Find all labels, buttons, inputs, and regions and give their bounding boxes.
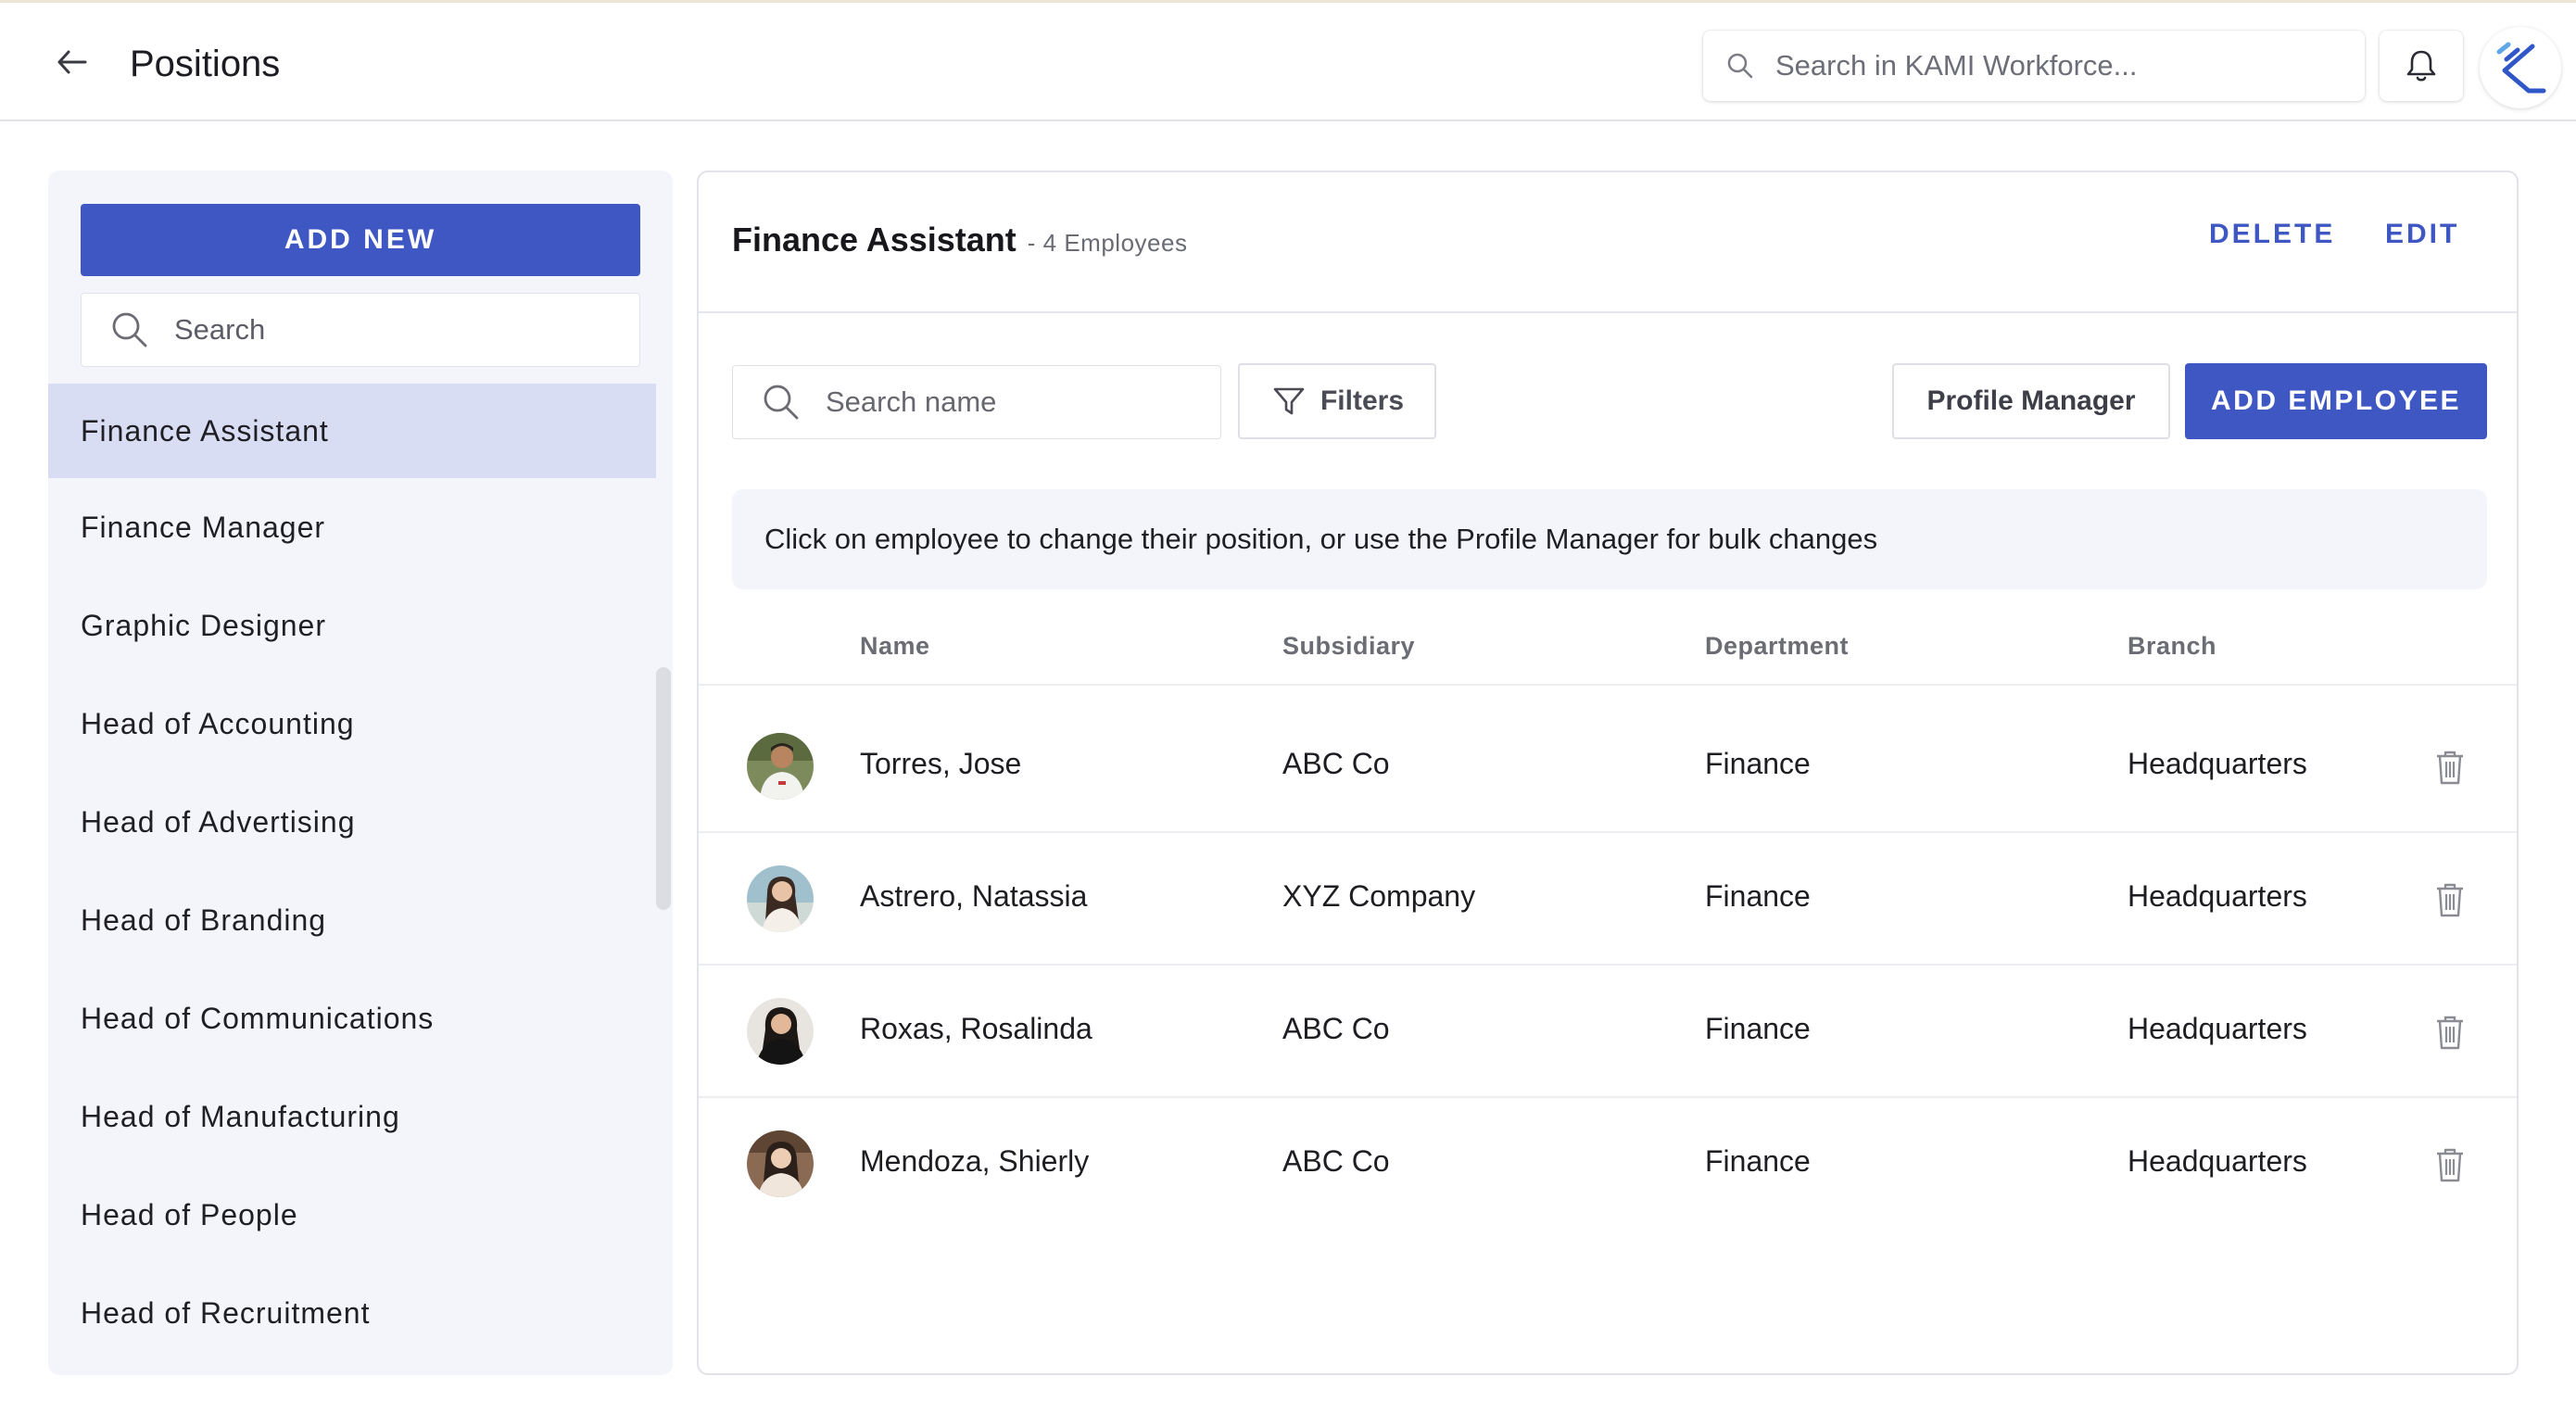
avatar: [747, 1130, 814, 1197]
employee-department: Finance: [1705, 1012, 1811, 1045]
employee-subsidiary: ABC Co: [1282, 1012, 1390, 1045]
position-title: Finance Assistant: [732, 221, 1017, 259]
position-item-head-of-communications[interactable]: Head of Communications: [48, 969, 656, 1067]
global-search[interactable]: [1703, 31, 2365, 101]
table-header: Name Subsidiary Department Branch: [699, 612, 2517, 686]
add-employee-button[interactable]: ADD EMPLOYEE: [2185, 363, 2487, 439]
employee-branch: Headquarters: [2128, 1144, 2307, 1178]
search-icon: [761, 382, 802, 423]
column-header-name[interactable]: Name: [860, 632, 930, 661]
remove-employee-button[interactable]: [2430, 1143, 2470, 1187]
remove-employee-button[interactable]: [2430, 1010, 2470, 1054]
page-title: Positions: [130, 44, 281, 84]
position-item-head-of-people[interactable]: Head of People: [48, 1166, 656, 1264]
global-search-input[interactable]: [1774, 48, 2330, 83]
edit-position-button[interactable]: EDIT: [2385, 219, 2459, 250]
info-banner: Click on employee to change their positi…: [732, 489, 2487, 589]
employee-search-input[interactable]: [824, 385, 1194, 420]
avatar: [747, 998, 814, 1065]
position-item-head-of-branding[interactable]: Head of Branding: [48, 871, 656, 969]
employee-name: Mendoza, Shierly: [860, 1144, 1090, 1178]
search-icon: [1724, 49, 1757, 82]
add-new-button[interactable]: ADD NEW: [81, 204, 640, 276]
notifications-button[interactable]: [2380, 31, 2463, 101]
back-button[interactable]: [48, 38, 96, 86]
employee-search[interactable]: [732, 365, 1221, 439]
employee-department: Finance: [1705, 747, 1811, 780]
employee-count: - 4 Employees: [1027, 229, 1188, 257]
position-item-finance-manager[interactable]: Finance Manager: [48, 478, 656, 576]
search-icon: [109, 309, 150, 350]
position-item-finance-assistant[interactable]: Finance Assistant: [48, 384, 656, 478]
app-logo[interactable]: [2480, 27, 2561, 108]
employee-branch: Headquarters: [2128, 879, 2307, 913]
table-row[interactable]: Astrero, Natassia XYZ Company Finance He…: [699, 833, 2517, 966]
trash-icon: [2437, 751, 2463, 785]
top-bar: Positions: [0, 0, 2576, 121]
column-header-branch[interactable]: Branch: [2128, 632, 2216, 661]
employee-subsidiary: ABC Co: [1282, 747, 1390, 780]
employee-name: Roxas, Rosalinda: [860, 1012, 1092, 1045]
trash-icon: [2437, 1148, 2463, 1182]
remove-employee-button[interactable]: [2430, 745, 2470, 789]
position-item-head-of-advertising[interactable]: Head of Advertising: [48, 773, 656, 871]
column-header-department[interactable]: Department: [1705, 632, 1849, 661]
position-detail-panel: Finance Assistant - 4 Employees DELETE E…: [697, 170, 2519, 1375]
delete-position-button[interactable]: DELETE: [2209, 219, 2335, 250]
employee-subsidiary: ABC Co: [1282, 1144, 1390, 1178]
table-row[interactable]: Roxas, Rosalinda ABC Co Finance Headquar…: [699, 966, 2517, 1098]
position-list: Finance Assistant Finance Manager Graphi…: [48, 384, 656, 1362]
position-item-head-of-manufacturing[interactable]: Head of Manufacturing: [48, 1067, 656, 1166]
table-row[interactable]: Torres, Jose ABC Co Finance Headquarters: [699, 701, 2517, 833]
column-header-subsidiary[interactable]: Subsidiary: [1282, 632, 1415, 661]
employee-branch: Headquarters: [2128, 1012, 2307, 1045]
position-item-head-of-recruitment[interactable]: Head of Recruitment: [48, 1264, 656, 1362]
employee-name: Astrero, Natassia: [860, 879, 1088, 913]
position-title-group: Finance Assistant - 4 Employees: [732, 221, 1187, 259]
profile-manager-button[interactable]: Profile Manager: [1892, 363, 2170, 439]
sidebar-scrollbar[interactable]: [656, 667, 671, 910]
avatar: [747, 733, 814, 800]
remove-employee-button[interactable]: [2430, 877, 2470, 922]
sidebar-search-input[interactable]: [172, 312, 617, 347]
position-item-graphic-designer[interactable]: Graphic Designer: [48, 576, 656, 675]
filter-icon: [1270, 383, 1307, 420]
filters-button[interactable]: Filters: [1238, 363, 1436, 439]
table-row[interactable]: Mendoza, Shierly ABC Co Finance Headquar…: [699, 1098, 2517, 1231]
trash-icon: [2437, 883, 2463, 917]
employee-name: Torres, Jose: [860, 747, 1022, 780]
employee-department: Finance: [1705, 879, 1811, 913]
filters-label: Filters: [1320, 385, 1405, 416]
kami-logo-icon: [2496, 42, 2546, 94]
avatar: [747, 865, 814, 932]
employee-subsidiary: XYZ Company: [1282, 879, 1476, 913]
position-item-head-of-accounting[interactable]: Head of Accounting: [48, 675, 656, 773]
employee-table-body: Torres, Jose ABC Co Finance Headquarters: [699, 701, 2517, 1231]
positions-sidebar: ADD NEW Finance Assistant Finance Manage…: [48, 170, 673, 1375]
position-header: Finance Assistant - 4 Employees DELETE E…: [699, 172, 2517, 313]
trash-icon: [2437, 1016, 2463, 1050]
employee-branch: Headquarters: [2128, 747, 2307, 780]
bell-icon: [2406, 50, 2436, 82]
employee-department: Finance: [1705, 1144, 1811, 1178]
arrow-left-icon: [57, 50, 87, 74]
sidebar-search[interactable]: [81, 293, 640, 367]
